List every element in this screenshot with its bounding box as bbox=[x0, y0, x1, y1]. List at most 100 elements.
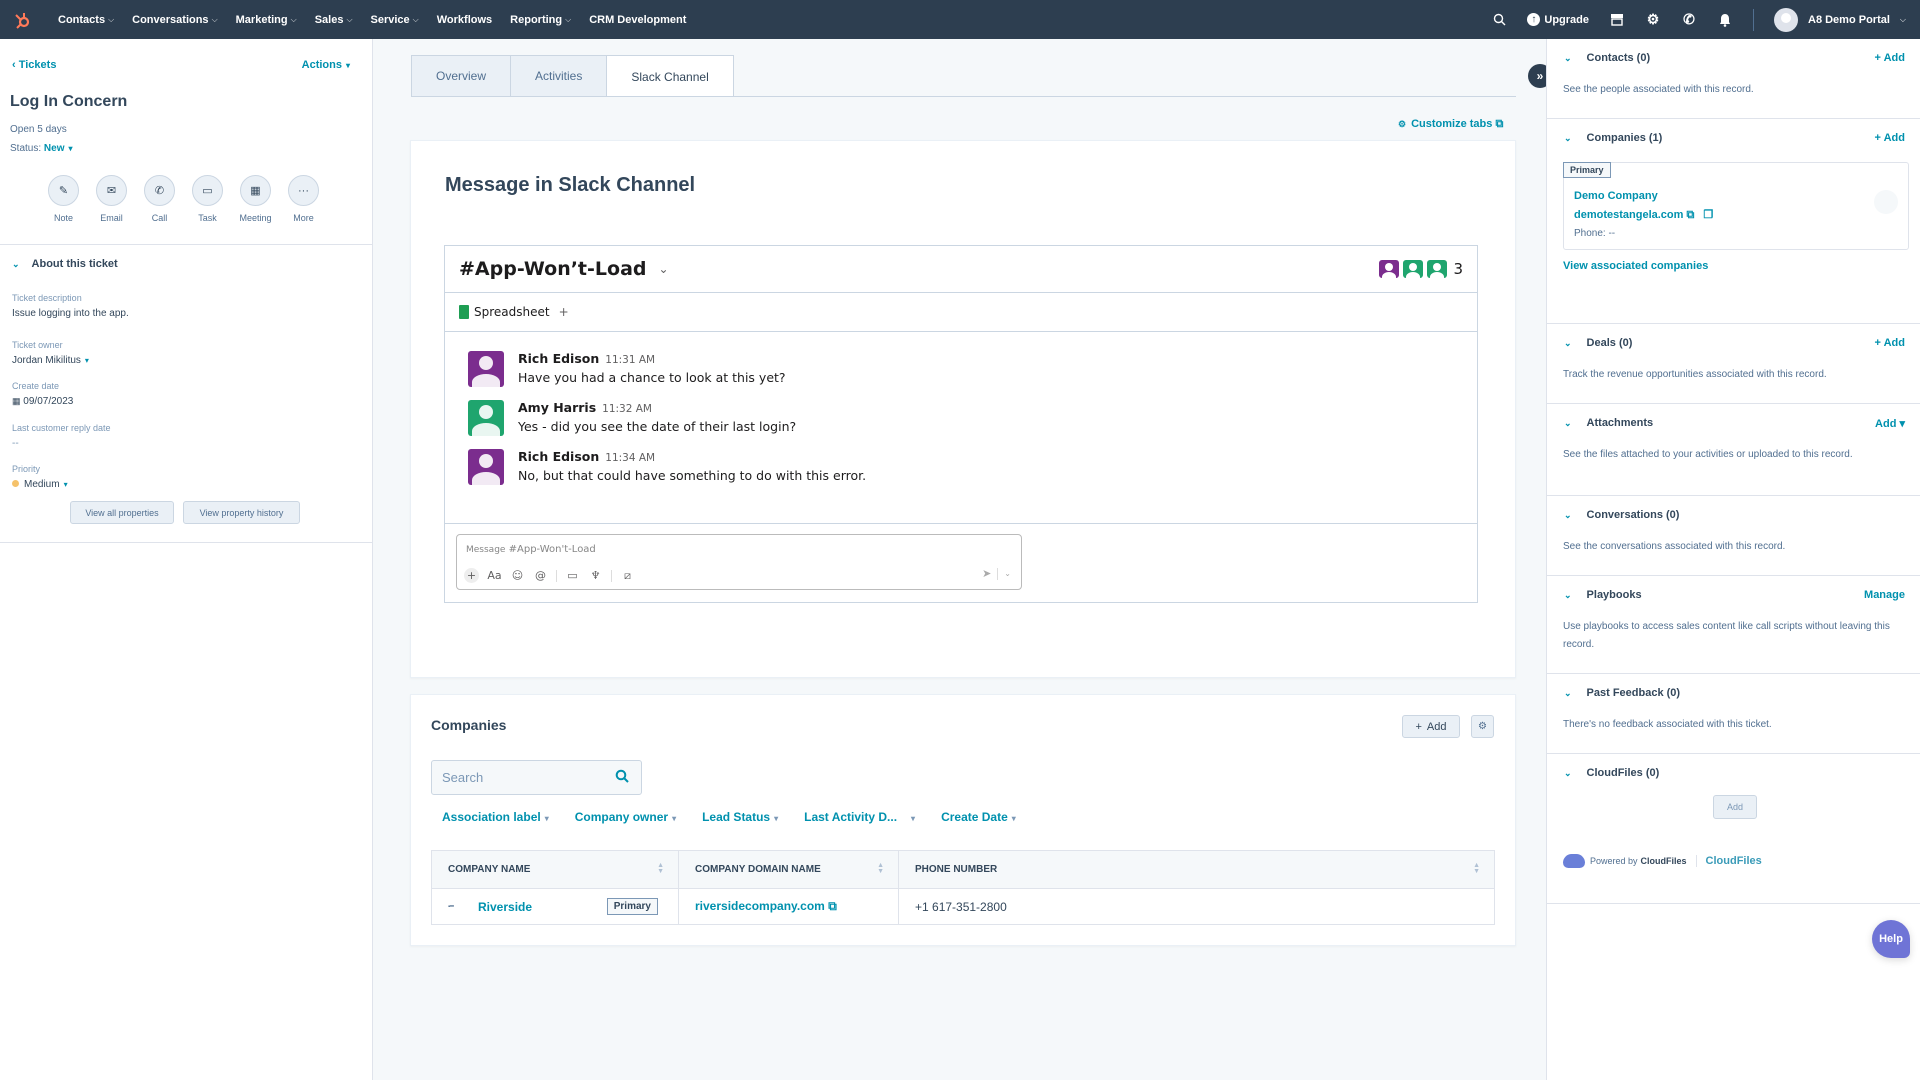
notifications-icon[interactable] bbox=[1717, 12, 1733, 28]
upgrade-button[interactable]: ↑ Upgrade bbox=[1527, 13, 1589, 26]
breadcrumb-tickets[interactable]: ‹ Tickets bbox=[12, 59, 56, 71]
attach-plus-icon[interactable]: + bbox=[464, 568, 479, 583]
copy-icon[interactable]: ❐ bbox=[1703, 209, 1713, 221]
priority-dropdown[interactable]: Medium ▾ bbox=[12, 479, 68, 490]
user-avatar-icon[interactable] bbox=[468, 400, 504, 436]
channel-name[interactable]: #App-Won’t-Load bbox=[459, 258, 647, 280]
section-toggle[interactable]: ⌄ Deals (0) bbox=[1564, 337, 1632, 349]
status-dropdown[interactable]: New ▾ bbox=[44, 143, 73, 154]
help-button[interactable]: Help bbox=[1872, 920, 1910, 958]
owner-dropdown[interactable]: Jordan Mikilitus ▾ bbox=[12, 355, 89, 366]
about-section-toggle[interactable]: ⌄ About this ticket bbox=[12, 258, 118, 270]
search-icon[interactable] bbox=[615, 769, 629, 786]
microphone-icon[interactable]: ♆ bbox=[588, 568, 603, 583]
nav-reporting[interactable]: Reporting ⌵ bbox=[510, 14, 571, 26]
column-header-domain[interactable]: COMPANY DOMAIN NAME ▲ ▼ bbox=[678, 850, 899, 889]
column-header-phone[interactable]: PHONE NUMBER ▲ ▼ bbox=[898, 850, 1495, 889]
filter-association-label[interactable]: Association label ▾ bbox=[442, 810, 549, 824]
view-property-history-button[interactable]: View property history bbox=[183, 501, 300, 524]
call-button[interactable]: ✆ Call bbox=[144, 175, 175, 223]
company-name-link[interactable]: Demo Company bbox=[1574, 190, 1658, 202]
actions-dropdown[interactable]: Actions ▾ bbox=[302, 59, 350, 71]
cloudfiles-link[interactable]: CloudFiles bbox=[1706, 855, 1762, 867]
manage-playbooks-link[interactable]: Manage bbox=[1864, 589, 1905, 601]
prop-value[interactable]: -- bbox=[12, 438, 111, 449]
nav-crm-development[interactable]: CRM Development bbox=[589, 14, 686, 26]
shortcut-icon[interactable]: ⧄ bbox=[620, 568, 635, 583]
filter-company-owner[interactable]: Company owner ▾ bbox=[575, 810, 676, 824]
more-button[interactable]: ··· More bbox=[288, 175, 319, 223]
cloudfiles-add-button[interactable]: Add bbox=[1713, 795, 1757, 819]
tab-slack-channel[interactable]: Slack Channel bbox=[606, 55, 734, 97]
add-company-link[interactable]: + Add bbox=[1875, 132, 1905, 144]
add-attachment-dropdown[interactable]: Add ▾ bbox=[1875, 417, 1905, 430]
column-header-company-name[interactable]: COMPANY NAME ▲ ▼ bbox=[431, 850, 679, 889]
companies-table: COMPANY NAME ▲ ▼ COMPANY DOMAIN NAME ▲ ▼ PHO… bbox=[431, 850, 1495, 925]
tab-activities[interactable]: Activities bbox=[510, 55, 608, 97]
nav-contacts[interactable]: Contacts ⌵ bbox=[58, 14, 114, 26]
user-avatar-icon[interactable] bbox=[468, 449, 504, 485]
view-associated-companies-link[interactable]: View associated companies bbox=[1563, 260, 1708, 272]
message-composer[interactable]: Message #App-Won't-Load + Aa ☺ @ ▭ ♆ ⧄ ➤… bbox=[456, 534, 1022, 590]
section-title: Contacts (0) bbox=[1586, 52, 1651, 64]
domain-link[interactable]: riversidecompany.com ⧉ bbox=[695, 899, 837, 913]
filter-last-activity-date[interactable]: Last Activity D... ▾ bbox=[804, 810, 915, 824]
formatting-icon[interactable]: Aa bbox=[487, 568, 502, 583]
hubspot-logo-icon[interactable] bbox=[12, 9, 34, 31]
meeting-button[interactable]: ▦ Meeting bbox=[239, 175, 272, 223]
add-deal-link[interactable]: + Add bbox=[1875, 337, 1905, 349]
nav-conversations[interactable]: Conversations ⌵ bbox=[132, 14, 218, 26]
video-icon[interactable]: ▭ bbox=[565, 568, 580, 583]
emoji-icon[interactable]: ☺ bbox=[510, 568, 525, 583]
sort-icon[interactable]: ▲ ▼ bbox=[657, 862, 664, 875]
section-toggle[interactable]: ⌄ Playbooks bbox=[1564, 589, 1642, 601]
channel-members[interactable]: 3 bbox=[1379, 260, 1463, 278]
section-toggle[interactable]: ⌄ Attachments bbox=[1564, 417, 1653, 429]
section-toggle[interactable]: ⌄ Conversations (0) bbox=[1564, 509, 1679, 521]
nav-service[interactable]: Service ⌵ bbox=[371, 14, 419, 26]
nav-workflows[interactable]: Workflows bbox=[437, 14, 492, 26]
company-domain-link[interactable]: demotestangela.com ⧉ ❐ bbox=[1574, 208, 1713, 222]
customize-tabs-link[interactable]: ⚙ Customize tabs ⧉ bbox=[1398, 118, 1503, 131]
sort-icon[interactable]: ▲ ▼ bbox=[877, 862, 884, 875]
section-toggle[interactable]: ⌄ Past Feedback (0) bbox=[1564, 687, 1680, 699]
tab-overview[interactable]: Overview bbox=[411, 55, 512, 97]
email-button[interactable]: ✉ Email bbox=[96, 175, 127, 223]
message-text: Have you had a chance to look at this ye… bbox=[518, 370, 786, 385]
user-avatar-icon[interactable] bbox=[468, 351, 504, 387]
marketplace-icon[interactable] bbox=[1609, 12, 1625, 28]
search-icon[interactable] bbox=[1491, 12, 1507, 28]
task-button[interactable]: ▭ Task bbox=[192, 175, 223, 223]
account-menu[interactable]: A8 Demo Portal ⌵ bbox=[1774, 7, 1906, 32]
add-company-button[interactable]: + Add bbox=[1402, 715, 1460, 738]
mention-icon[interactable]: @ bbox=[533, 568, 548, 583]
section-toggle[interactable]: ⌄ Contacts (0) bbox=[1564, 52, 1650, 64]
message-author[interactable]: Rich Edison bbox=[518, 351, 599, 366]
send-icon[interactable]: ➤ bbox=[982, 567, 991, 580]
filter-lead-status[interactable]: Lead Status ▾ bbox=[702, 810, 778, 824]
section-toggle[interactable]: ⌄ CloudFiles (0) bbox=[1564, 767, 1659, 779]
prop-value[interactable]: Issue logging into the app. bbox=[12, 308, 129, 319]
company-link[interactable]: Riverside bbox=[478, 900, 532, 914]
message-input[interactable]: Message #App-Won't-Load bbox=[466, 544, 596, 555]
task-label: Task bbox=[198, 213, 217, 223]
add-contact-link[interactable]: + Add bbox=[1875, 52, 1905, 64]
message-author[interactable]: Rich Edison bbox=[518, 449, 599, 464]
search-input[interactable] bbox=[442, 770, 602, 785]
filter-create-date[interactable]: Create Date ▾ bbox=[941, 810, 1016, 824]
nav-sales[interactable]: Sales ⌵ bbox=[315, 14, 353, 26]
sort-icon[interactable]: ▲ ▼ bbox=[1473, 862, 1480, 875]
calling-icon[interactable]: ✆ bbox=[1681, 11, 1697, 28]
settings-button[interactable]: ⚙ bbox=[1471, 715, 1494, 738]
chevron-down-icon[interactable]: ⌄ bbox=[1004, 569, 1011, 578]
bookmark-spreadsheet[interactable]: Spreadsheet bbox=[474, 305, 550, 319]
settings-icon[interactable]: ⚙ bbox=[1645, 11, 1661, 28]
nav-marketing[interactable]: Marketing ⌵ bbox=[236, 14, 297, 26]
note-button[interactable]: ✎ Note bbox=[48, 175, 79, 223]
create-date-field[interactable]: ▦ 09/07/2023 bbox=[12, 396, 73, 407]
message-author[interactable]: Amy Harris bbox=[518, 400, 596, 415]
chevron-down-icon[interactable]: ⌄ bbox=[659, 262, 669, 276]
add-bookmark-icon[interactable]: + bbox=[559, 305, 569, 319]
view-all-properties-button[interactable]: View all properties bbox=[70, 501, 174, 524]
section-toggle[interactable]: ⌄ Companies (1) bbox=[1564, 132, 1662, 144]
